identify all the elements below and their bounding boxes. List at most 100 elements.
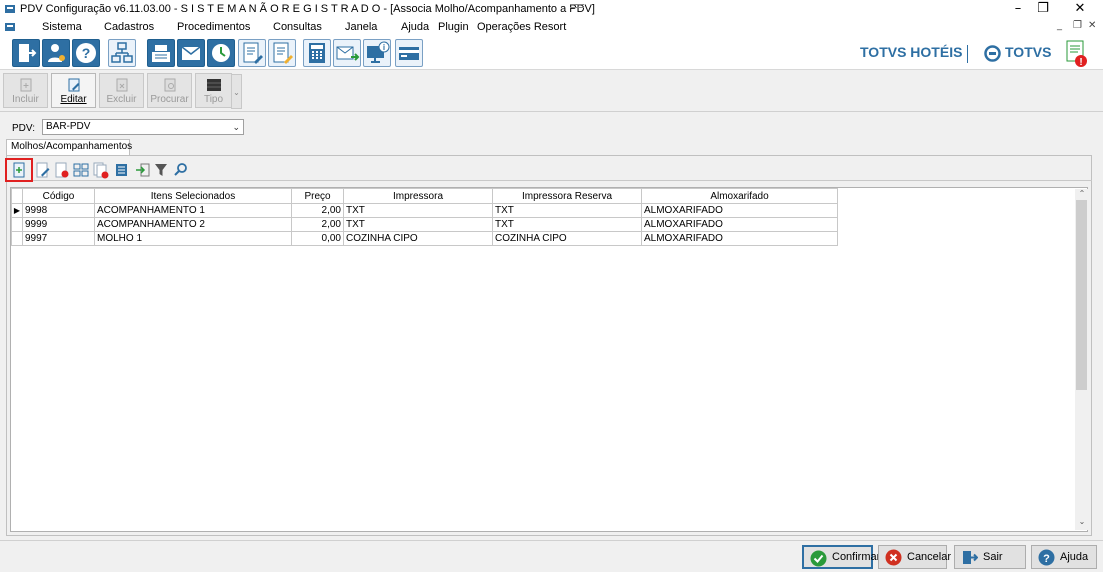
title-grip[interactable] xyxy=(570,4,584,8)
users-button[interactable] xyxy=(42,39,70,67)
grid-select-all-button[interactable] xyxy=(72,161,90,179)
procurar-label: Procurar xyxy=(150,94,189,105)
cell-preco[interactable]: 2,00 xyxy=(291,203,344,218)
cell-almoxarifado[interactable]: ALMOXARIFADO xyxy=(641,231,838,246)
monitor-info-icon: i xyxy=(367,41,390,63)
pdv-select[interactable]: BAR-PDV ⌄ xyxy=(42,119,244,135)
tipo-button[interactable]: Tipo xyxy=(195,73,232,108)
tipo-label: Tipo xyxy=(203,94,224,105)
confirmar-button[interactable]: Confirmar xyxy=(802,545,880,569)
credit-card-icon xyxy=(399,47,419,60)
cell-preco[interactable]: 2,00 xyxy=(291,217,344,232)
editar-button[interactable]: Editar xyxy=(51,73,96,108)
grid-search-button[interactable] xyxy=(172,161,190,179)
cell-impressora-reserva[interactable]: TXT xyxy=(492,217,642,232)
cell-codigo[interactable]: 9998 xyxy=(22,203,95,218)
report-alt-button[interactable] xyxy=(268,39,296,67)
tipo-dropdown-button[interactable]: ⌄ xyxy=(231,74,242,109)
col-impressora[interactable]: Impressora xyxy=(343,188,493,204)
table-row[interactable]: ▶ 9998 ACOMPANHAMENTO 1 2,00 TXT TXT ALM… xyxy=(11,203,838,218)
calculator-button[interactable] xyxy=(303,39,331,67)
menu-plugin[interactable]: Plugin xyxy=(438,21,469,33)
mdi-close-button[interactable]: ✕ xyxy=(1088,20,1096,31)
document-edit-icon xyxy=(243,42,263,64)
mail-send-icon xyxy=(336,46,360,61)
menu-consultas[interactable]: Consultas xyxy=(273,21,322,33)
history-button[interactable] xyxy=(207,39,235,67)
app-icon xyxy=(5,5,15,13)
col-preco[interactable]: Preço xyxy=(291,188,344,204)
cell-codigo[interactable]: 9999 xyxy=(22,217,95,232)
menu-operacoes-resort[interactable]: Operações Resort xyxy=(477,21,566,33)
brand-totvs: TOTVS xyxy=(1005,44,1052,60)
menu-janela[interactable]: Janela xyxy=(345,21,377,33)
cell-almoxarifado[interactable]: ALMOXARIFADO xyxy=(641,203,838,218)
cell-preco[interactable]: 0,00 xyxy=(291,231,344,246)
menu-cadastros[interactable]: Cadastros xyxy=(104,21,154,33)
notification-document-icon[interactable]: ! xyxy=(1063,39,1089,69)
tab-molhos-acompanhamentos[interactable]: Molhos/Acompanhamentos xyxy=(6,139,132,155)
child-window-icon[interactable] xyxy=(4,21,16,33)
cell-impressora[interactable]: TXT xyxy=(343,203,493,218)
row-indicator xyxy=(11,217,23,232)
grid-import-button[interactable] xyxy=(134,161,152,179)
report-edit-button[interactable] xyxy=(238,39,266,67)
exit-door-button[interactable] xyxy=(12,39,40,67)
cancelar-button[interactable]: Cancelar xyxy=(878,545,951,569)
cell-item[interactable]: ACOMPANHAMENTO 1 xyxy=(94,203,292,218)
cell-codigo[interactable]: 9997 xyxy=(22,231,95,246)
col-itens-selecionados[interactable]: Itens Selecionados xyxy=(94,188,292,204)
grid-icon xyxy=(73,163,89,177)
calculator-icon xyxy=(309,43,325,63)
cell-impressora-reserva[interactable]: COZINHA CIPO xyxy=(492,231,642,246)
grid-remove-all-button[interactable] xyxy=(92,161,110,179)
col-codigo[interactable]: Código xyxy=(22,188,95,204)
cell-impressora[interactable]: TXT xyxy=(343,217,493,232)
maximize-button[interactable]: ❐ xyxy=(1023,0,1063,19)
help-button[interactable]: ? xyxy=(72,39,100,67)
ajuda-button[interactable]: ? Ajuda xyxy=(1031,545,1097,569)
grid-vertical-scrollbar[interactable]: ⌃ ⌄ xyxy=(1075,189,1089,530)
cell-impressora[interactable]: COZINHA CIPO xyxy=(343,231,493,246)
sair-button[interactable]: Sair xyxy=(954,545,1026,569)
card-button[interactable] xyxy=(395,39,423,67)
menu-sistema[interactable]: Sistema xyxy=(42,21,82,33)
menu-ajuda[interactable]: Ajuda xyxy=(401,21,429,33)
grid-edit-button[interactable] xyxy=(34,161,52,179)
items-grid[interactable]: Código Itens Selecionados Preço Impresso… xyxy=(10,187,1088,532)
delete-document-icon xyxy=(116,78,127,92)
cell-item[interactable]: MOLHO 1 xyxy=(94,231,292,246)
scroll-thumb[interactable] xyxy=(1076,200,1087,390)
cell-item[interactable]: ACOMPANHAMENTO 2 xyxy=(94,217,292,232)
grid-filter-button[interactable] xyxy=(152,161,170,179)
excluir-button[interactable]: Excluir xyxy=(99,73,144,108)
check-circle-icon xyxy=(810,550,827,567)
save-list-icon xyxy=(116,164,127,176)
close-button[interactable]: ✕ xyxy=(1060,0,1100,19)
incluir-button[interactable]: Incluir xyxy=(3,73,48,108)
scroll-up-icon[interactable]: ⌃ xyxy=(1076,189,1088,199)
grid-save-button[interactable] xyxy=(113,161,131,179)
mail-button[interactable] xyxy=(177,39,205,67)
scroll-down-icon[interactable]: ⌄ xyxy=(1076,517,1088,527)
menu-procedimentos[interactable]: Procedimentos xyxy=(177,21,250,33)
send-mail-button[interactable] xyxy=(333,39,361,67)
col-impressora-reserva[interactable]: Impressora Reserva xyxy=(492,188,642,204)
row-indicator-header xyxy=(11,188,23,204)
delete-row-icon xyxy=(55,162,69,178)
cash-register-button[interactable] xyxy=(147,39,175,67)
ajuda-label: Ajuda xyxy=(1060,551,1089,563)
grid-delete-button[interactable] xyxy=(53,161,71,179)
user-icon xyxy=(48,44,65,62)
clock-icon xyxy=(212,44,230,62)
procurar-button[interactable]: Procurar xyxy=(147,73,192,108)
monitor-info-button[interactable]: i xyxy=(363,39,391,67)
col-almoxarifado[interactable]: Almoxarifado xyxy=(641,188,838,204)
mdi-restore-button[interactable]: ❐ xyxy=(1073,20,1082,31)
cell-impressora-reserva[interactable]: TXT xyxy=(492,203,642,218)
table-row[interactable]: 9999 ACOMPANHAMENTO 2 2,00 TXT TXT ALMOX… xyxy=(11,217,838,232)
cell-almoxarifado[interactable]: ALMOXARIFADO xyxy=(641,217,838,232)
mdi-minimize-button[interactable]: _ xyxy=(1057,20,1062,31)
org-chart-button[interactable] xyxy=(108,39,136,67)
table-row[interactable]: 9997 MOLHO 1 0,00 COZINHA CIPO COZINHA C… xyxy=(11,231,838,246)
